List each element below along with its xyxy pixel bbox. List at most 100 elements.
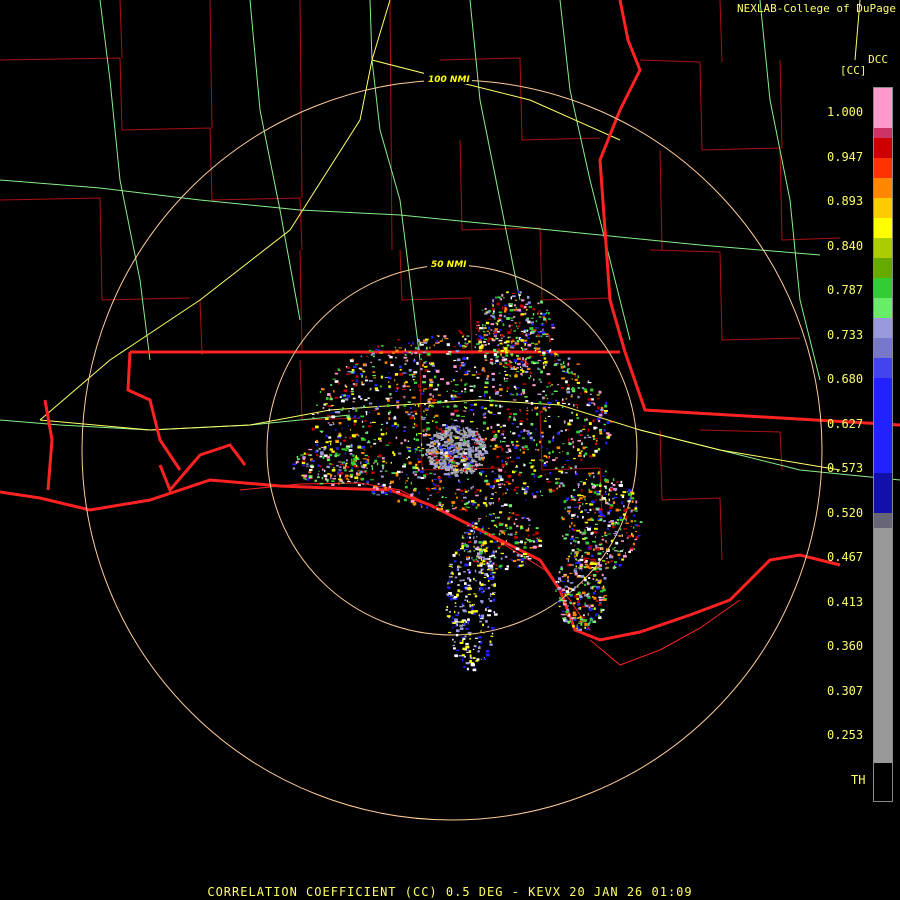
echo-pixel xyxy=(385,432,387,435)
echo-pixel xyxy=(605,401,607,405)
echo-pixel xyxy=(448,578,451,581)
echo-pixel xyxy=(581,591,586,595)
echo-pixel xyxy=(493,348,497,352)
echo-pixel xyxy=(504,492,507,494)
echo-pixel xyxy=(310,454,313,456)
echo-pixel xyxy=(414,473,417,476)
echo-pixel xyxy=(509,456,512,459)
echo-pixel xyxy=(574,465,577,469)
echo-pixel xyxy=(577,561,581,564)
echo-pixel xyxy=(407,448,411,450)
echo-pixel xyxy=(478,556,481,560)
echo-pixel xyxy=(566,452,569,455)
echo-pixel xyxy=(468,490,470,492)
echo-pixel xyxy=(529,371,532,375)
echo-pixel xyxy=(526,407,528,409)
echo-pixel xyxy=(606,561,608,563)
echo-pixel xyxy=(557,383,560,386)
echo-pixel xyxy=(464,582,467,585)
echo-pixel xyxy=(546,478,549,480)
echo-pixel xyxy=(473,366,477,369)
echo-pixel xyxy=(474,454,477,455)
echo-pixel xyxy=(592,578,595,580)
echo-pixel xyxy=(577,483,580,486)
site-code-label: DCC xyxy=(868,53,888,66)
echo-pixel xyxy=(364,470,368,472)
echo-pixel xyxy=(521,367,523,370)
echo-pixel xyxy=(450,380,452,383)
echo-pixel xyxy=(500,334,504,337)
echo-pixel xyxy=(467,551,472,553)
echo-pixel xyxy=(524,541,527,543)
radar-echoes xyxy=(292,290,643,672)
echo-pixel xyxy=(619,518,624,522)
echo-pixel xyxy=(598,614,600,618)
echo-pixel xyxy=(462,604,465,607)
echo-pixel xyxy=(380,428,383,431)
echo-pixel xyxy=(369,402,373,405)
echo-pixel xyxy=(340,409,344,411)
echo-pixel xyxy=(594,511,596,514)
echo-pixel xyxy=(446,606,449,609)
echo-pixel xyxy=(423,474,426,477)
echo-pixel xyxy=(491,470,494,473)
echo-pixel xyxy=(530,317,534,319)
echo-pixel xyxy=(584,583,587,586)
echo-pixel xyxy=(374,459,378,463)
echo-pixel xyxy=(364,399,368,401)
echo-pixel xyxy=(585,446,588,448)
echo-pixel xyxy=(423,388,428,390)
echo-pixel xyxy=(573,404,575,407)
echo-pixel xyxy=(426,443,431,446)
echo-pixel xyxy=(376,494,381,496)
echo-pixel xyxy=(571,535,574,538)
echo-pixel xyxy=(487,625,490,628)
echo-pixel xyxy=(452,626,454,629)
echo-pixel xyxy=(491,465,494,469)
echo-pixel xyxy=(450,460,453,462)
echo-pixel xyxy=(588,547,592,550)
echo-pixel xyxy=(506,390,508,392)
echo-pixel xyxy=(566,510,571,513)
echo-pixel xyxy=(365,375,367,379)
echo-pixel xyxy=(594,560,597,562)
echo-pixel xyxy=(528,306,533,308)
echo-pixel xyxy=(545,335,549,337)
echo-pixel xyxy=(477,552,480,555)
echo-pixel xyxy=(570,538,575,541)
echo-pixel xyxy=(396,405,400,409)
echo-pixel xyxy=(464,544,468,547)
echo-pixel xyxy=(571,394,573,396)
echo-pixel xyxy=(576,554,578,557)
echo-pixel xyxy=(401,389,406,391)
echo-pixel xyxy=(621,501,623,505)
echo-pixel xyxy=(325,441,329,444)
echo-pixel xyxy=(479,489,482,492)
echo-pixel xyxy=(524,358,527,361)
echo-pixel xyxy=(463,433,468,436)
echo-pixel xyxy=(483,333,486,337)
echo-pixel xyxy=(419,353,422,355)
echo-pixel xyxy=(501,448,503,451)
echo-pixel xyxy=(528,524,531,526)
echo-pixel xyxy=(463,469,466,472)
echo-pixel xyxy=(453,419,457,421)
echo-pixel xyxy=(465,505,467,508)
echo-pixel xyxy=(492,304,494,307)
echo-pixel xyxy=(619,528,622,531)
echo-pixel xyxy=(449,611,451,613)
echo-pixel xyxy=(464,391,467,393)
echo-pixel xyxy=(593,575,596,577)
echo-pixel xyxy=(387,354,391,357)
echo-pixel xyxy=(581,555,584,557)
echo-pixel xyxy=(497,412,501,415)
echo-pixel xyxy=(473,536,475,539)
echo-pixel xyxy=(571,549,575,552)
echo-pixel xyxy=(480,336,484,340)
echo-pixel xyxy=(421,448,425,450)
echo-pixel xyxy=(358,445,361,447)
echo-pixel xyxy=(520,313,525,316)
echo-pixel xyxy=(445,441,449,443)
echo-pixel xyxy=(473,577,475,581)
echo-pixel xyxy=(442,465,444,468)
